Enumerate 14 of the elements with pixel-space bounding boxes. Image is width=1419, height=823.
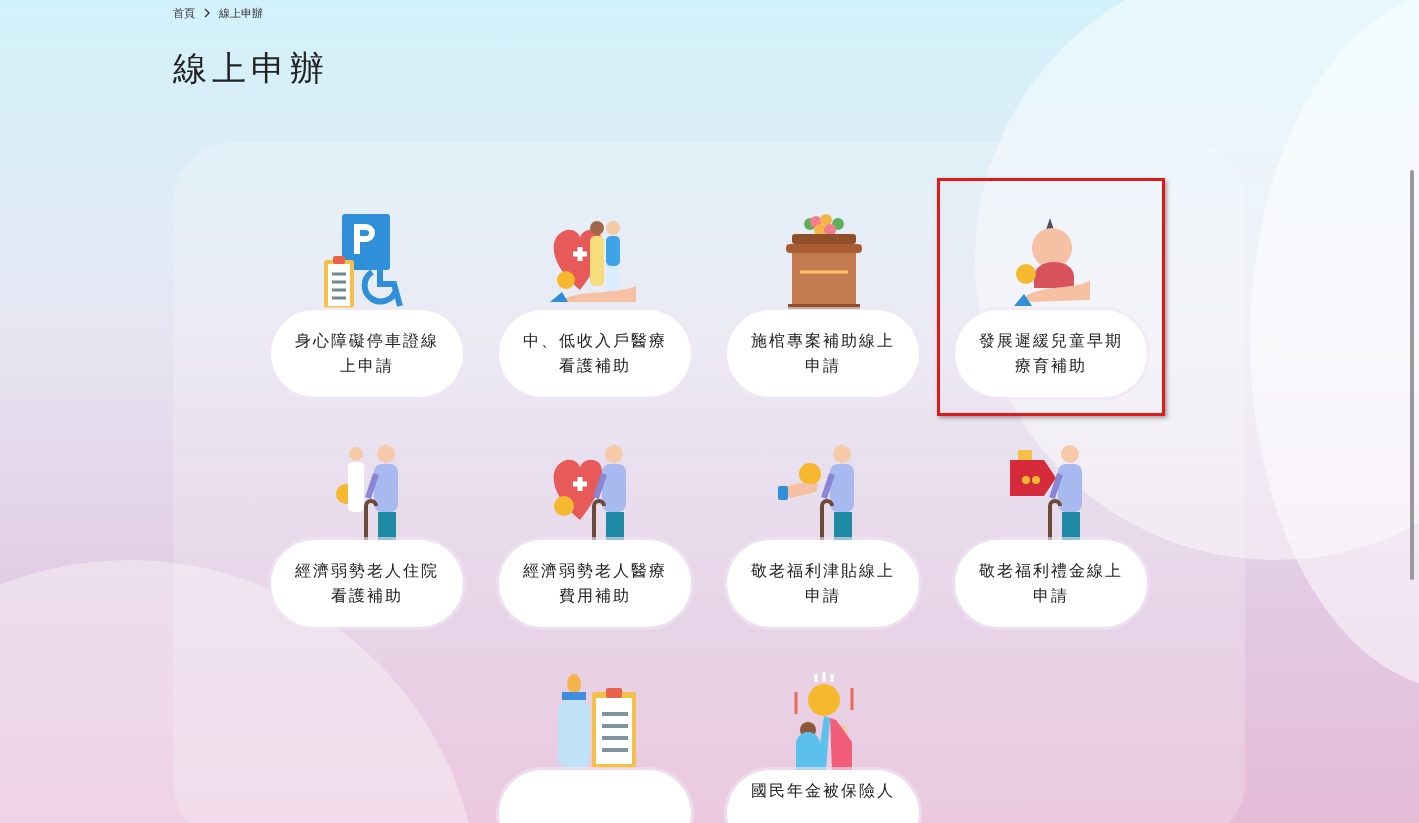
chevron-icon bbox=[203, 8, 211, 18]
page-title: 線上申辦 bbox=[173, 47, 330, 90]
service-button[interactable]: 經濟弱勢老人住院 看護補助 bbox=[271, 540, 463, 627]
service-button[interactable]: 施棺專案補助線上 申請 bbox=[727, 310, 919, 397]
service-button[interactable]: 敬老福利禮金線上 申請 bbox=[955, 540, 1147, 627]
service-button[interactable]: 經濟弱勢老人醫療 費用補助 bbox=[499, 540, 691, 627]
scrollbar[interactable] bbox=[1410, 170, 1414, 580]
service-button[interactable]: 敬老福利津貼線上 申請 bbox=[727, 540, 919, 627]
service-button[interactable]: 國民年金被保險人 bbox=[727, 770, 919, 823]
breadcrumb-link[interactable]: 首頁 bbox=[173, 5, 195, 21]
service-button[interactable]: 中、低收入戶醫療 看護補助 bbox=[499, 310, 691, 397]
service-button[interactable]: 身心障礙停車證線 上申請 bbox=[271, 310, 463, 397]
breadcrumb-link[interactable]: 線上申辦 bbox=[219, 5, 263, 21]
service-button[interactable]: 發展遲緩兒童早期 療育補助 bbox=[955, 310, 1147, 397]
